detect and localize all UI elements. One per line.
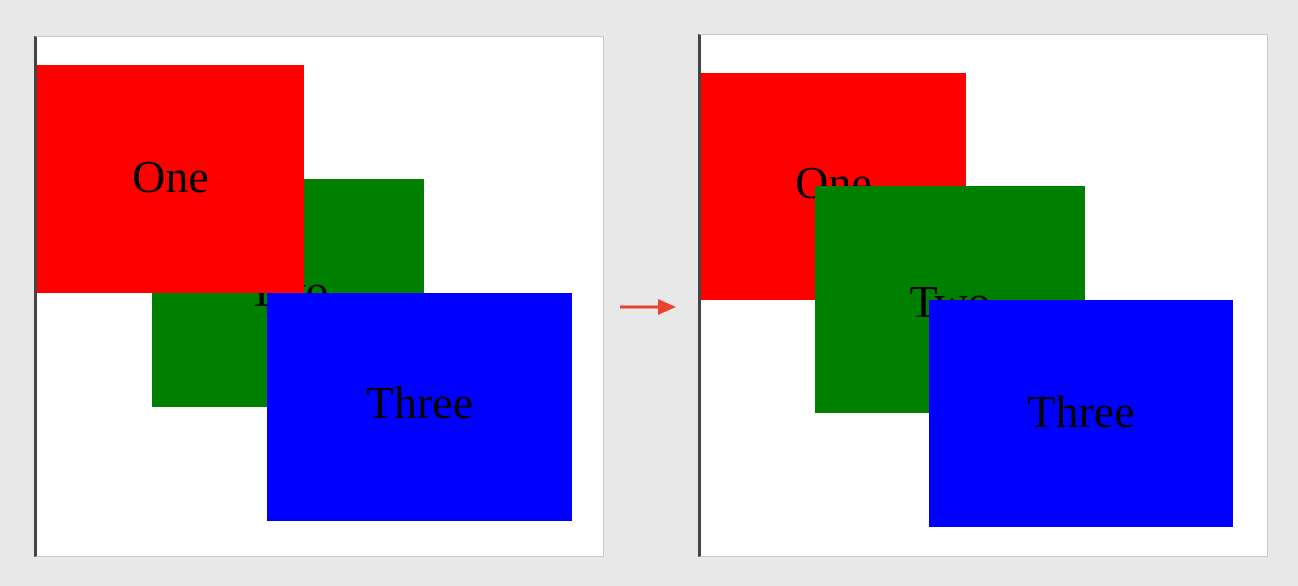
box-one-label: One: [132, 151, 209, 202]
box-three: Three: [929, 300, 1233, 527]
box-three: Three: [267, 293, 572, 521]
box-three-label: Three: [365, 377, 474, 428]
before-panel: One Two Three: [34, 36, 604, 557]
after-panel: One Two Three: [698, 34, 1268, 557]
arrow-right-icon: [620, 299, 676, 315]
box-one: One: [37, 65, 304, 293]
box-three-label: Three: [1027, 385, 1135, 437]
